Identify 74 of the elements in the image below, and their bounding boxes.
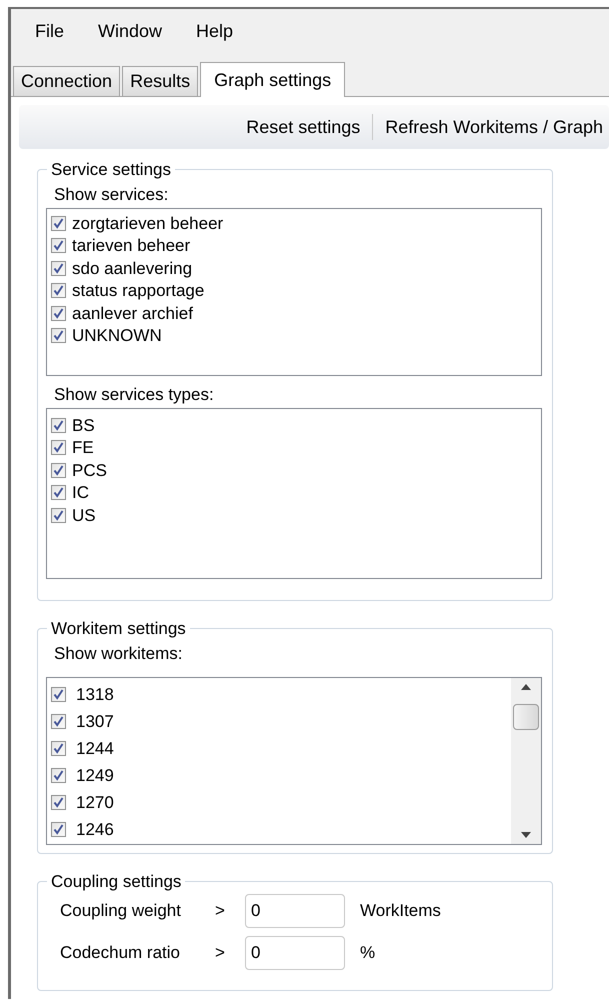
- checkbox-row[interactable]: 1246: [47, 816, 511, 843]
- unit-label: WorkItems: [360, 900, 441, 922]
- checkbox-label: 1249: [76, 764, 114, 787]
- toolbar-button[interactable]: Refresh Workitems / Graph: [379, 114, 609, 140]
- checkbox-label: PCS: [72, 460, 107, 482]
- checkbox-row[interactable]: IC: [47, 482, 541, 504]
- field-label: Show workitems:: [53, 643, 184, 665]
- checkbox[interactable]: [51, 440, 66, 456]
- tab[interactable]: Connection: [13, 66, 120, 96]
- checkbox-row[interactable]: 1244: [47, 735, 511, 762]
- menu-item[interactable]: File: [35, 18, 64, 44]
- checkbox-label: zorgtarieven beheer: [72, 212, 224, 234]
- toolbar-button[interactable]: Reset settings: [240, 114, 366, 140]
- checkbox-label: 1246: [76, 818, 114, 841]
- checkbox-label: US: [72, 504, 96, 526]
- checkbox-label: IC: [72, 482, 89, 504]
- checkbox[interactable]: [51, 508, 66, 523]
- checkbox-row[interactable]: FE: [47, 436, 541, 459]
- checkbox-row[interactable]: zorgtarieven beheer: [47, 212, 541, 234]
- checkbox-row[interactable]: sdo aanlevering: [47, 257, 541, 280]
- checkbox-row[interactable]: aanlever archief: [47, 302, 541, 324]
- checkbox-label: 1307: [76, 710, 114, 733]
- checkbox-row[interactable]: BS: [47, 414, 541, 436]
- field-label: Codechum ratio: [60, 942, 182, 964]
- checkbox[interactable]: [51, 462, 66, 478]
- checkbox[interactable]: [51, 485, 66, 500]
- checkbox-label: sdo aanlevering: [72, 258, 192, 280]
- tab[interactable]: Graph settings: [200, 62, 346, 97]
- checkbox[interactable]: [51, 238, 66, 254]
- checkbox[interactable]: [51, 260, 66, 276]
- scrollbar-thumb[interactable]: [513, 704, 539, 730]
- checkbox-row[interactable]: 1318: [47, 681, 511, 708]
- tab[interactable]: Results: [122, 66, 198, 96]
- checkbox-label: aanlever archief: [72, 302, 193, 324]
- checkbox[interactable]: [51, 418, 66, 433]
- checkbox[interactable]: [51, 216, 66, 231]
- checkbox[interactable]: [51, 822, 66, 837]
- checkbox[interactable]: [51, 283, 66, 298]
- checkbox-label: BS: [72, 414, 95, 436]
- field-label: Show services:: [53, 184, 170, 206]
- checkbox[interactable]: [51, 714, 66, 729]
- checkbox[interactable]: [51, 306, 66, 321]
- checkbox-row[interactable]: 1307: [47, 708, 511, 735]
- checkbox-label: 1270: [76, 792, 114, 814]
- checkbox[interactable]: [51, 768, 66, 783]
- number-field[interactable]: 0: [245, 936, 345, 970]
- checkbox-row[interactable]: 1249: [47, 762, 511, 789]
- checkbox[interactable]: [51, 328, 66, 344]
- checkbox[interactable]: [51, 795, 66, 810]
- checkbox-label: status rapportage: [72, 280, 204, 302]
- field-label: Show services types:: [53, 384, 215, 406]
- scrollbar[interactable]: [511, 678, 541, 844]
- scroll-down-icon[interactable]: [521, 832, 531, 838]
- checkbox-row[interactable]: PCS: [47, 459, 541, 482]
- scroll-up-icon[interactable]: [521, 684, 531, 690]
- number-field[interactable]: 0: [245, 894, 345, 928]
- menu-item[interactable]: Window: [98, 18, 162, 44]
- checkbox-row[interactable]: tarieven beheer: [47, 234, 541, 257]
- unit-label: %: [360, 942, 376, 964]
- checkbox-label: FE: [72, 437, 94, 459]
- checkbox[interactable]: [51, 741, 66, 756]
- checkbox-label: tarieven beheer: [72, 235, 190, 257]
- checkbox-row[interactable]: US: [47, 504, 541, 526]
- checkbox-row[interactable]: UNKNOWN: [47, 324, 541, 347]
- field-label: Coupling weight: [60, 900, 182, 922]
- checkbox-label: 1318: [76, 684, 114, 706]
- checkbox-label: 1244: [76, 738, 114, 760]
- checkbox[interactable]: [51, 687, 66, 702]
- checkbox-row[interactable]: status rapportage: [47, 280, 541, 302]
- checkbox-label: UNKNOWN: [72, 325, 162, 347]
- operator-label: >: [215, 942, 226, 964]
- operator-label: >: [215, 900, 226, 922]
- checkbox-row[interactable]: 1270: [47, 789, 511, 816]
- menu-item[interactable]: Help: [196, 18, 234, 44]
